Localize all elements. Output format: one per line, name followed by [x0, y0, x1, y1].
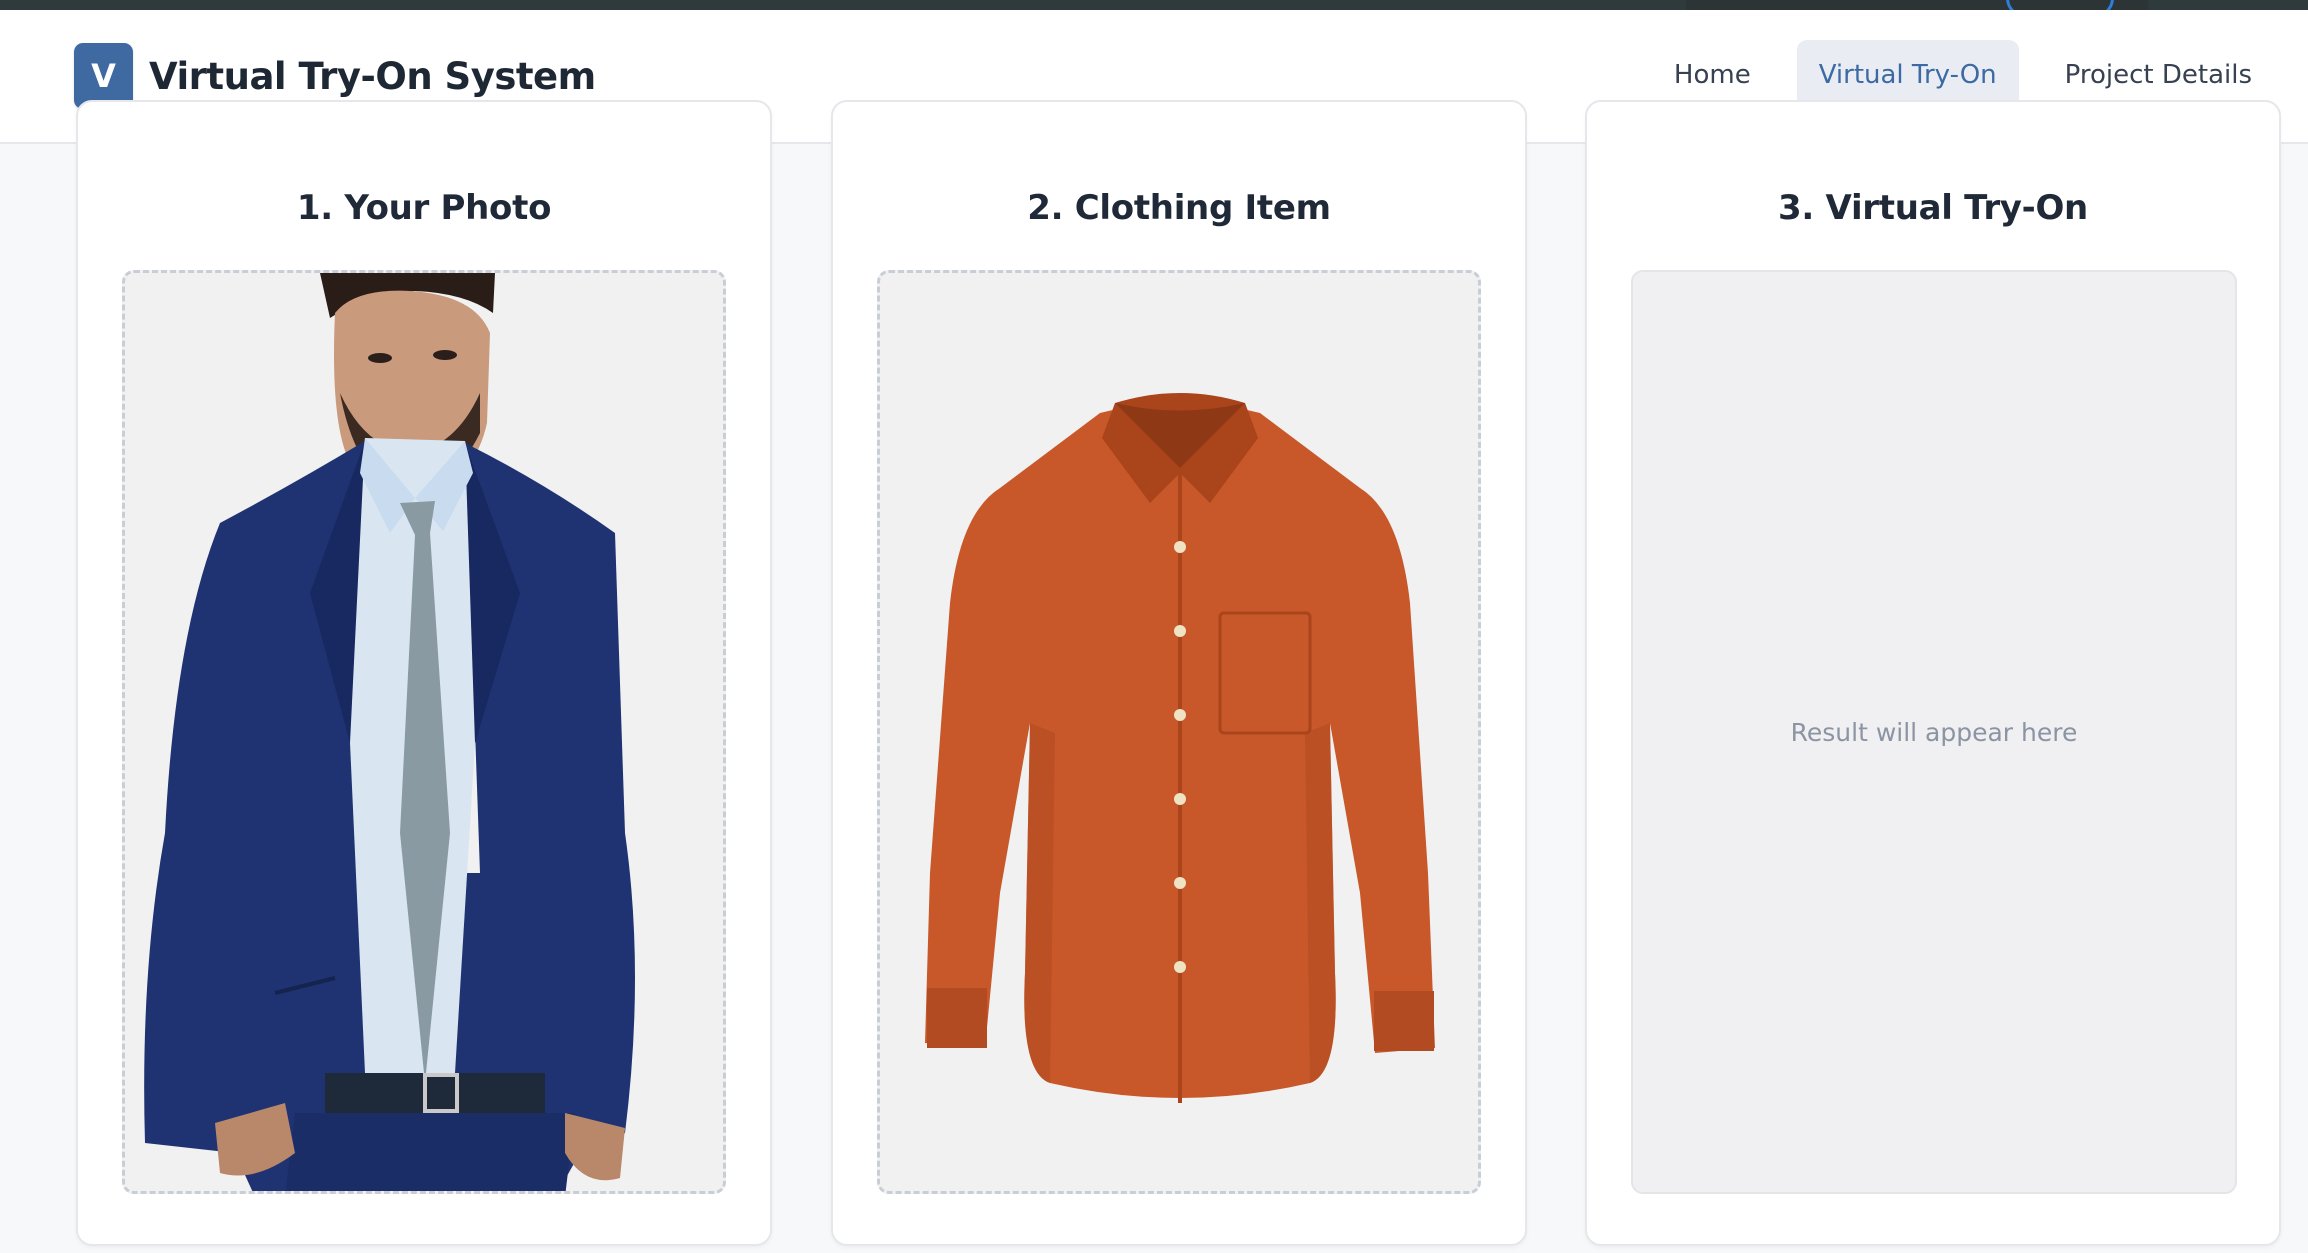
app-title: Virtual Try-On System	[149, 54, 596, 98]
result-placeholder: Result will appear here	[1790, 717, 2078, 747]
result-area: Result will appear here	[1631, 270, 2237, 1194]
clothing-panel-title: 2. Clothing Item	[1027, 188, 1331, 228]
shirt-image	[925, 393, 1435, 1103]
person-photo	[144, 273, 635, 1191]
photo-upload-area[interactable]	[122, 270, 726, 1194]
clothing-upload-area[interactable]	[877, 270, 1481, 1194]
photo-panel-title: 1. Your Photo	[296, 188, 552, 228]
result-panel-title: 3. Virtual Try-On	[1778, 188, 2088, 228]
photo-panel: 1. Your Photo	[76, 100, 772, 1246]
clothing-panel: 2. Clothing Item	[831, 100, 1527, 1246]
result-panel: 3. Virtual Try-On Result will appear her…	[1585, 100, 2281, 1246]
